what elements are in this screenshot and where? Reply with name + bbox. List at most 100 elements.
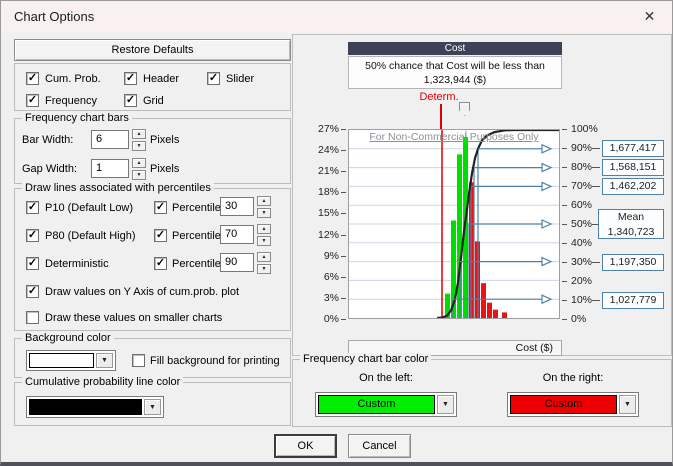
- cancel-button[interactable]: Cancel: [348, 434, 411, 458]
- right-axis-tick-mark: [562, 129, 567, 130]
- cum-prob-checkbox[interactable]: ✓: [26, 72, 39, 85]
- left-bar-color-dropdown[interactable]: Custom ▼: [315, 392, 457, 417]
- right-axis-tick-mark: [562, 281, 567, 282]
- percentile70-down-icon[interactable]: ▼: [257, 236, 271, 246]
- percentile-arrow-icon: [542, 164, 551, 172]
- p10-checkbox[interactable]: ✓: [26, 201, 39, 214]
- titlebar: Chart Options ✕: [1, 1, 672, 33]
- header-label: Header: [143, 73, 179, 85]
- frequency-checkbox[interactable]: ✓: [26, 94, 39, 107]
- percentile-lines-group: Draw lines associated with percentiles ✓…: [14, 188, 291, 331]
- left-axis-tick-mark: [341, 213, 346, 214]
- draw-values-y-axis-checkbox[interactable]: ✓: [26, 285, 39, 298]
- left-bar-color-arrow-icon[interactable]: ▼: [437, 395, 454, 414]
- restore-defaults-button[interactable]: Restore Defaults: [14, 39, 291, 61]
- right-axis-tick-mark: [562, 262, 567, 263]
- percentile70-label: Percentile: [172, 230, 221, 242]
- determ-label: Determ.: [409, 91, 469, 103]
- right-bar-color-dropdown[interactable]: Custom ▼: [507, 392, 639, 417]
- left-axis-tick-mark: [341, 192, 346, 193]
- left-axis-tick-mark: [341, 150, 346, 151]
- left-axis-tick-mark: [341, 256, 346, 257]
- grid-label: Grid: [143, 95, 164, 107]
- left-axis-tick-mark: [341, 277, 346, 278]
- chart-subtitle-line1: 50% chance that Cost will be less than: [349, 59, 561, 73]
- p80-label: P80 (Default High): [45, 230, 136, 242]
- deterministic-label: Deterministic: [45, 258, 109, 270]
- percentile90-down-icon[interactable]: ▼: [257, 264, 271, 274]
- percentile30-checkbox[interactable]: ✓: [154, 201, 167, 214]
- gap-width-down-icon[interactable]: ▼: [132, 170, 146, 180]
- percentile70-input[interactable]: 70: [220, 225, 254, 244]
- bar-width-spinner: ▲ ▼: [132, 129, 146, 153]
- background-color-dropdown[interactable]: ▼: [26, 350, 116, 371]
- chart-options-dialog: Chart Options ✕ Restore Defaults ✓ Cum. …: [0, 0, 673, 466]
- background-color-title: Background color: [22, 332, 114, 344]
- bar-width-input[interactable]: 6: [91, 130, 129, 149]
- gap-width-up-icon[interactable]: ▲: [132, 158, 146, 168]
- percentile-value-box: 1,568,151: [602, 159, 664, 176]
- percentile30-down-icon[interactable]: ▼: [257, 208, 271, 218]
- p80-checkbox[interactable]: ✓: [26, 229, 39, 242]
- background-color-swatch: [29, 353, 94, 368]
- percentile-value-box: 1,462,202: [602, 178, 664, 195]
- cum-line-color-dropdown-arrow-icon[interactable]: ▼: [144, 399, 161, 415]
- percentile90-checkbox[interactable]: ✓: [154, 257, 167, 270]
- right-axis-tick-mark: [562, 224, 567, 225]
- histogram-bar: [481, 283, 486, 318]
- percentile-arrow-icon: [542, 220, 551, 228]
- left-axis-tick-mark: [341, 129, 346, 130]
- bar-width-down-icon[interactable]: ▼: [132, 141, 146, 151]
- draw-values-smaller-checkbox[interactable]: [26, 311, 39, 324]
- mean-value: 1,340,723: [599, 225, 663, 240]
- slider-checkbox[interactable]: ✓: [207, 72, 220, 85]
- gap-width-input[interactable]: 1: [91, 159, 129, 178]
- left-axis-tick-label: 0%: [303, 313, 339, 325]
- dialog-title: Chart Options: [14, 9, 94, 24]
- value-box-connector: [592, 167, 600, 168]
- percentile-arrow-icon: [542, 258, 551, 266]
- close-icon[interactable]: ✕: [627, 1, 672, 32]
- background-color-dropdown-arrow-icon[interactable]: ▼: [96, 353, 113, 368]
- ok-button[interactable]: OK: [274, 434, 337, 458]
- gap-width-unit: Pixels: [150, 163, 179, 175]
- percentile-value-box: 1,027,779: [602, 292, 664, 309]
- percentile90-input[interactable]: 90: [220, 253, 254, 272]
- percentile90-label: Percentile: [172, 258, 221, 270]
- watermark-text: For Non-Commercial Purposes Only: [349, 131, 559, 143]
- bar-width-label: Bar Width:: [22, 134, 73, 146]
- determ-line-stub: [440, 104, 442, 129]
- background-color-group: Background color ▼ Fill background for p…: [14, 338, 291, 378]
- percentile-value-box: 1,677,417: [602, 140, 664, 157]
- right-bar-color-arrow-icon[interactable]: ▼: [619, 395, 636, 414]
- fill-background-checkbox[interactable]: [132, 354, 145, 367]
- header-checkbox[interactable]: ✓: [124, 72, 137, 85]
- value-box-connector: [592, 148, 600, 149]
- percentile70-up-icon[interactable]: ▲: [257, 224, 271, 234]
- bar-width-up-icon[interactable]: ▲: [132, 129, 146, 139]
- right-axis-tick-mark: [562, 205, 567, 206]
- percentile30-input[interactable]: 30: [220, 197, 254, 216]
- right-axis-tick-mark: [562, 148, 567, 149]
- left-axis-tick-mark: [341, 171, 346, 172]
- cum-prob-label: Cum. Prob.: [45, 73, 101, 85]
- chart-slider-thumb[interactable]: [459, 102, 470, 116]
- chart-title-bar: Cost: [348, 42, 562, 55]
- bar-color-group: Frequency chart bar color On the left: O…: [292, 359, 672, 427]
- percentile-arrow-icon: [542, 295, 551, 303]
- right-axis-tick-label: 0%: [571, 313, 607, 325]
- percentile70-checkbox[interactable]: ✓: [154, 229, 167, 242]
- percentile30-up-icon[interactable]: ▲: [257, 196, 271, 206]
- percentile90-up-icon[interactable]: ▲: [257, 252, 271, 262]
- cum-line-color-title: Cumulative probability line color: [22, 376, 183, 388]
- cum-line-color-group: Cumulative probability line color ▼: [14, 382, 291, 426]
- deterministic-checkbox[interactable]: ✓: [26, 257, 39, 270]
- cum-line-color-dropdown[interactable]: ▼: [26, 396, 164, 418]
- left-axis-tick-mark: [341, 298, 346, 299]
- percentile-value-box: 1,197,350: [602, 254, 664, 271]
- frequency-chart-bars-group: Frequency chart bars Bar Width: 6 ▲ ▼ Pi…: [14, 118, 291, 184]
- grid-checkbox[interactable]: ✓: [124, 94, 137, 107]
- percentile-lines-title: Draw lines associated with percentiles: [22, 182, 214, 194]
- right-axis-tick-label: 100%: [571, 123, 607, 135]
- left-bar-color-swatch: Custom: [318, 395, 435, 414]
